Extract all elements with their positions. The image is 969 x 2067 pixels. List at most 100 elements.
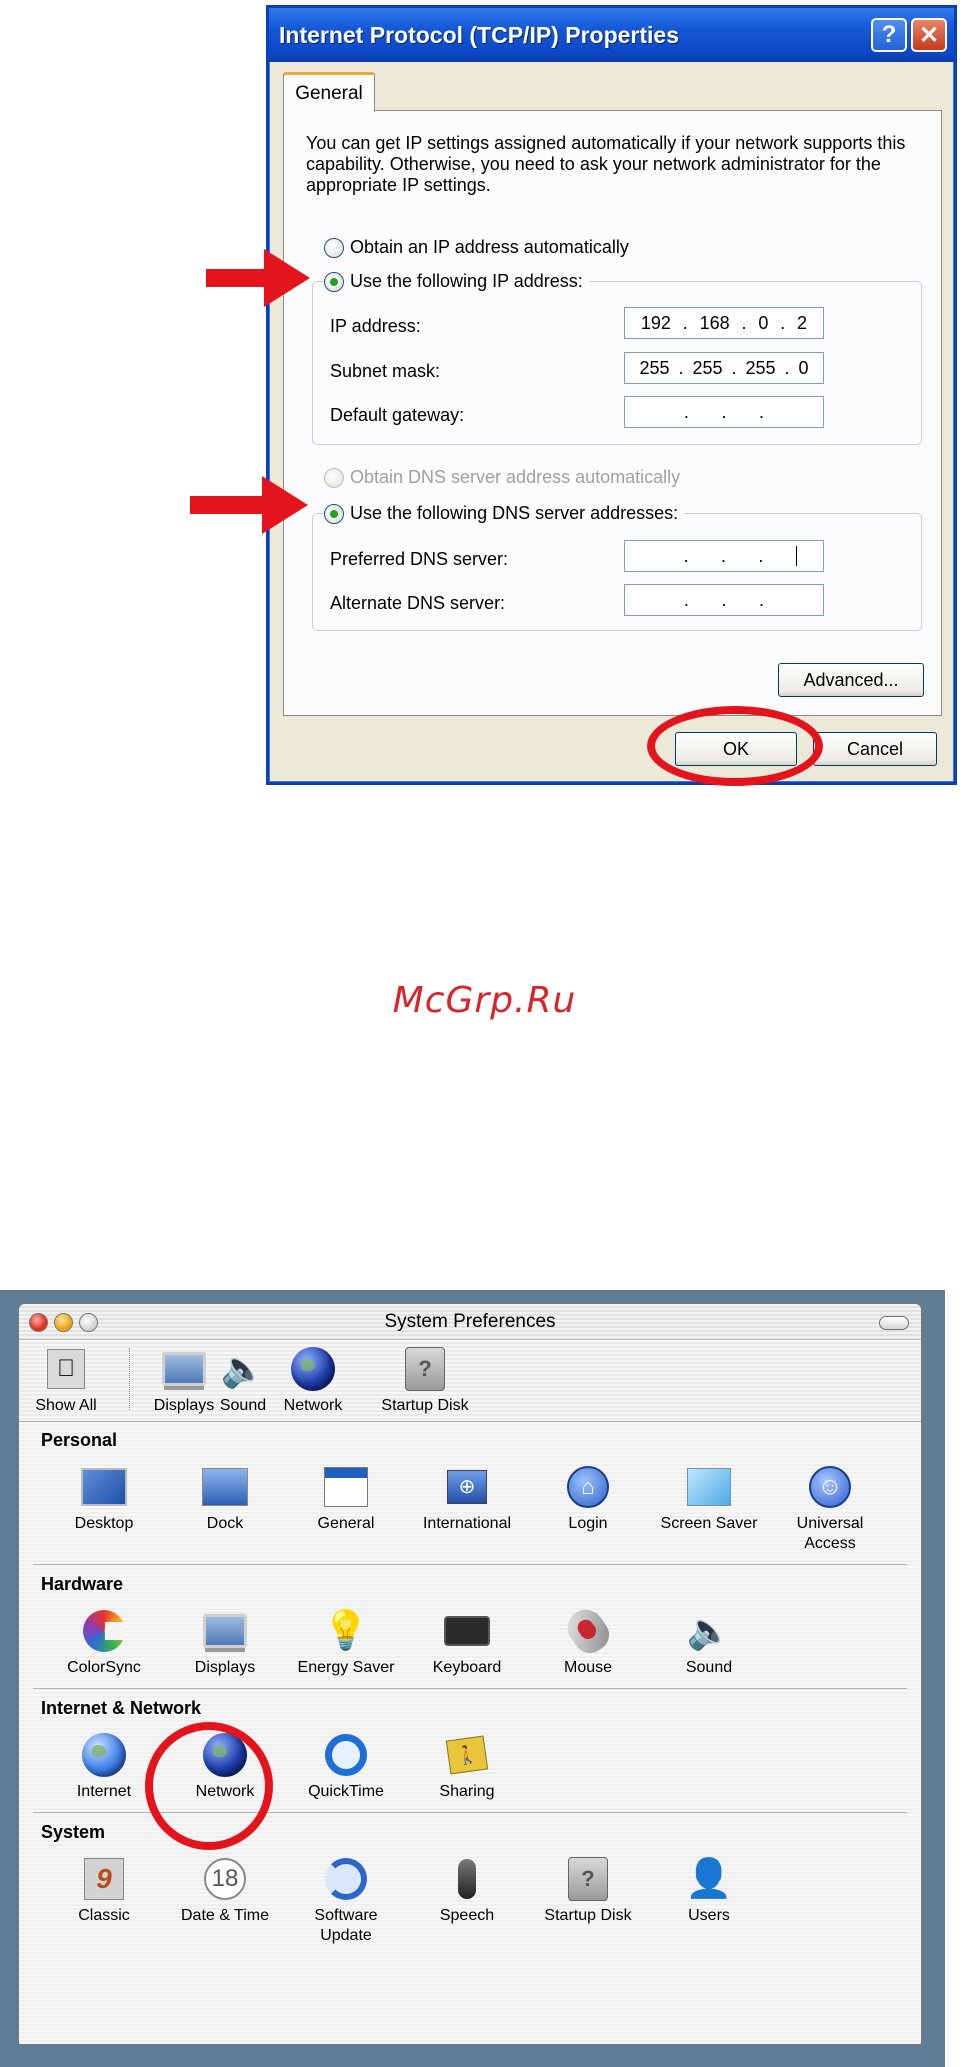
red-arrow-dns-icon	[190, 476, 308, 534]
pref-colorsync[interactable]: ColorSync	[49, 1608, 159, 1678]
dialog-title: Internet Protocol (TCP/IP) Properties	[279, 21, 679, 48]
default-gateway-input[interactable]: ...	[624, 396, 824, 428]
colorsync-icon	[81, 1608, 127, 1654]
preferred-dns-label: Preferred DNS server:	[330, 549, 509, 569]
pref-internet[interactable]: Internet	[49, 1732, 159, 1802]
pref-date-time[interactable]: 18 Date & Time	[170, 1856, 280, 1926]
network-highlight-ring	[145, 1722, 273, 1850]
help-button[interactable]: ?	[871, 18, 907, 52]
mask-octet-1: 255	[639, 357, 670, 378]
pref-displays[interactable]: Displays	[170, 1608, 280, 1678]
disk-icon: ?	[565, 1856, 611, 1902]
default-gateway-label: Default gateway:	[330, 405, 465, 425]
ip-address-input[interactable]: 192. 168. 0. 2	[624, 307, 824, 339]
section-title-hardware: Hardware	[41, 1574, 124, 1594]
pref-startup-disk[interactable]: ? Startup Disk	[533, 1856, 643, 1926]
globe-icon	[81, 1732, 127, 1778]
ip-address-label: IP address:	[330, 316, 421, 336]
mac-window-title: System Preferences	[384, 1310, 556, 1332]
pref-keyboard[interactable]: Keyboard	[412, 1608, 522, 1678]
preferences-body: Personal Desktop Dock General ⊕ Internat…	[19, 1422, 921, 2044]
red-arrow-ip-icon	[206, 249, 310, 307]
monitor-icon	[161, 1346, 207, 1392]
ip-octet-2: 168	[699, 312, 730, 333]
toolbar-startup-disk[interactable]: ? Startup Disk	[365, 1346, 485, 1416]
zoom-window-icon[interactable]	[79, 1313, 98, 1332]
pref-software-update[interactable]: Software Update	[291, 1856, 401, 1946]
monitor-icon	[202, 1608, 248, 1654]
close-window-icon[interactable]	[29, 1313, 48, 1332]
pref-sound[interactable]: 🔈 Sound	[654, 1608, 764, 1678]
radio-obtain-ip-row[interactable]: Obtain an IP address automatically	[324, 237, 635, 258]
pref-universal-access[interactable]: ☺ Universal Access	[775, 1464, 885, 1554]
pref-classic[interactable]: 9 Classic	[49, 1856, 159, 1926]
close-button[interactable]: ✕	[911, 18, 947, 52]
section-title-internet-network: Internet & Network	[41, 1698, 202, 1718]
watermark-text: McGrp.Ru	[392, 980, 577, 1021]
pref-sharing[interactable]: 🚶 Sharing	[412, 1732, 522, 1802]
tab-general[interactable]: General	[283, 72, 375, 112]
pref-desktop[interactable]: Desktop	[49, 1464, 159, 1534]
preferred-dns-input[interactable]: ...	[624, 540, 824, 572]
flag-icon: ⊕	[444, 1464, 490, 1510]
apple-box-icon: 	[43, 1346, 89, 1392]
pref-speech[interactable]: Speech	[412, 1856, 522, 1926]
pref-energy-saver[interactable]: 💡 Energy Saver	[291, 1608, 401, 1678]
toolbar-show-all[interactable]:  Show All	[19, 1346, 121, 1416]
toolbar-toggle-button[interactable]	[879, 1316, 909, 1330]
general-tab-panel: You can get IP settings assigned automat…	[283, 110, 942, 716]
section-divider	[33, 1688, 907, 1689]
radio-obtain-dns	[324, 467, 344, 488]
pref-quicktime[interactable]: QuickTime	[291, 1732, 401, 1802]
pref-international[interactable]: ⊕ International	[412, 1464, 522, 1534]
house-icon: ⌂	[565, 1464, 611, 1510]
mask-octet-3: 255	[745, 357, 776, 378]
keyboard-icon	[444, 1608, 490, 1654]
alternate-dns-label: Alternate DNS server:	[330, 593, 506, 613]
globe-icon	[290, 1346, 336, 1392]
pref-general[interactable]: General	[291, 1464, 401, 1534]
subnet-mask-input[interactable]: 255. 255. 255. 0	[624, 352, 824, 384]
radio-obtain-ip[interactable]	[324, 237, 344, 258]
toolbar-sound[interactable]: 🔈 Sound	[203, 1346, 283, 1416]
general-icon	[323, 1464, 369, 1510]
clock-icon: 18	[202, 1856, 248, 1902]
speaker-icon: 🔈	[220, 1348, 266, 1389]
system-preferences-window: System Preferences  Show All Displays 🔈…	[18, 1303, 922, 2045]
screen-saver-icon	[686, 1464, 732, 1510]
pref-dock[interactable]: Dock	[170, 1464, 280, 1534]
dialog-titlebar[interactable]: Internet Protocol (TCP/IP) Properties	[269, 8, 954, 62]
radio-obtain-ip-label: Obtain an IP address automatically	[350, 237, 629, 257]
mac-toolbar:  Show All Displays 🔈 Sound Network ? St…	[19, 1340, 921, 1422]
radio-use-dns-label: Use the following DNS server addresses:	[350, 503, 679, 523]
mouse-icon	[560, 1602, 616, 1660]
pref-mouse[interactable]: Mouse	[533, 1602, 643, 1678]
section-title-system: System	[41, 1822, 106, 1842]
mask-octet-2: 255	[692, 357, 723, 378]
speaker-icon: 🔈	[686, 1610, 732, 1651]
software-update-icon	[323, 1856, 369, 1902]
pref-screen-saver[interactable]: Screen Saver	[654, 1464, 764, 1534]
radio-use-ip-row[interactable]: Use the following IP address:	[324, 271, 589, 292]
mac-titlebar[interactable]: System Preferences	[19, 1304, 921, 1340]
subnet-mask-label: Subnet mask:	[330, 361, 441, 381]
radio-use-dns[interactable]	[324, 503, 344, 524]
classic-icon: 9	[81, 1856, 127, 1902]
cancel-button[interactable]: Cancel	[813, 732, 937, 766]
section-divider	[33, 1564, 907, 1565]
radio-use-ip[interactable]	[324, 271, 344, 292]
lightbulb-icon: 💡	[322, 1610, 370, 1652]
radio-use-dns-row[interactable]: Use the following DNS server addresses:	[324, 503, 685, 524]
text-cursor	[795, 546, 797, 566]
accessibility-icon: ☺	[807, 1464, 853, 1510]
minimize-window-icon[interactable]	[54, 1313, 73, 1332]
toolbar-network[interactable]: Network	[273, 1346, 353, 1416]
dock-icon	[202, 1464, 248, 1510]
sharing-folder-icon: 🚶	[444, 1732, 490, 1778]
radio-use-ip-label: Use the following IP address:	[350, 271, 583, 291]
ip-octet-1: 192	[640, 312, 671, 333]
alternate-dns-input[interactable]: ...	[624, 584, 824, 616]
pref-login[interactable]: ⌂ Login	[533, 1464, 643, 1534]
pref-users[interactable]: 👤 Users	[654, 1856, 764, 1926]
advanced-button[interactable]: Advanced...	[778, 663, 924, 697]
